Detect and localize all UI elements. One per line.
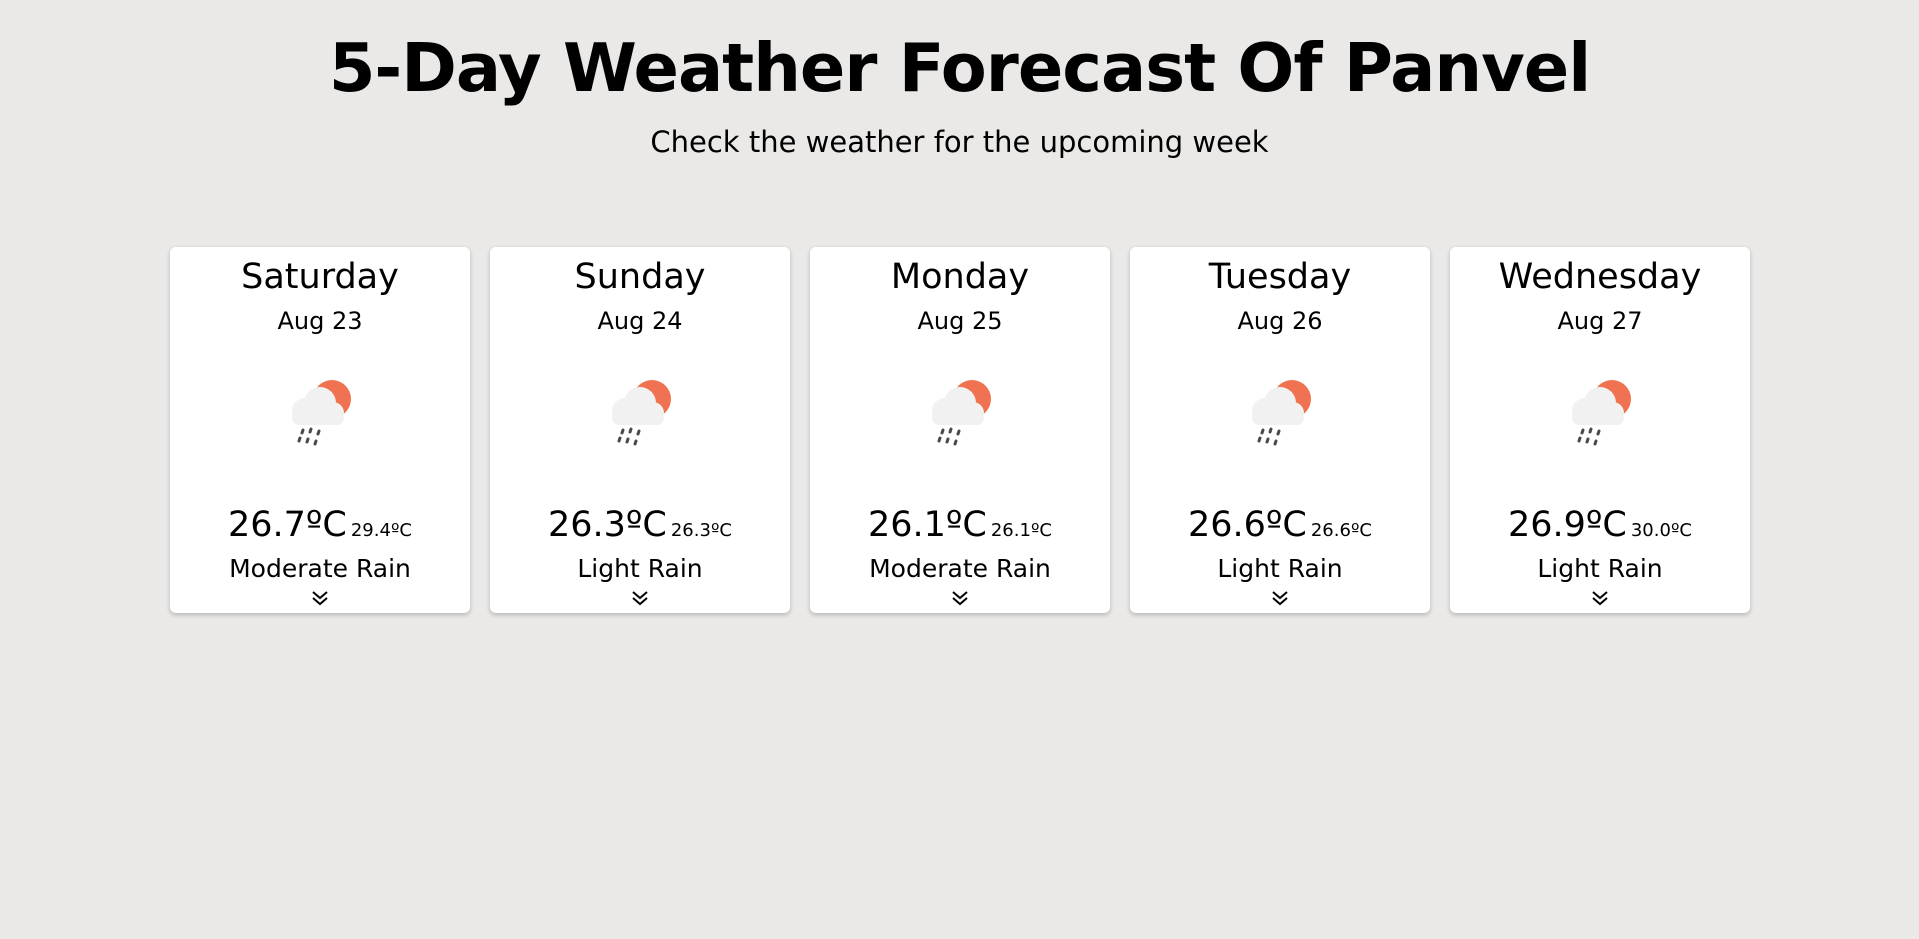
cloud-sun-rain-icon bbox=[1252, 380, 1311, 446]
card-day: Tuesday bbox=[1208, 257, 1352, 297]
card-date: Aug 24 bbox=[597, 307, 683, 335]
chevron-double-down-icon[interactable] bbox=[1591, 589, 1609, 607]
chevron-double-down-icon[interactable] bbox=[951, 589, 969, 607]
card-temperatures: 26.6ºC 26.6ºC bbox=[1130, 503, 1430, 553]
forecast-page: 5-Day Weather Forecast Of Panvel Check t… bbox=[0, 0, 1919, 939]
chevron-double-down-icon[interactable] bbox=[631, 589, 649, 607]
forecast-card-monday: Monday Aug 25 26.1ºC 26.1ºC Moderate Rai… bbox=[810, 247, 1110, 613]
card-condition: Light Rain bbox=[1217, 554, 1343, 583]
card-condition: Light Rain bbox=[1537, 554, 1663, 583]
cloud-sun-rain-icon bbox=[612, 380, 671, 446]
forecast-card-tuesday: Tuesday Aug 26 26.6ºC 26.6ºC Light Rain bbox=[1130, 247, 1430, 613]
card-date: Aug 25 bbox=[917, 307, 1003, 335]
page-subtitle: Check the weather for the upcoming week bbox=[650, 125, 1269, 159]
temp-current: 26.3ºC bbox=[547, 505, 667, 545]
card-temperatures: 26.1ºC 26.1ºC bbox=[810, 503, 1110, 553]
temp-secondary: 26.6ºC bbox=[1310, 520, 1372, 541]
card-temperatures: 26.7ºC 29.4ºC bbox=[170, 503, 470, 553]
temp-current: 26.9ºC bbox=[1507, 505, 1627, 545]
card-date: Aug 23 bbox=[277, 307, 363, 335]
card-temperatures: 26.3ºC 26.3ºC bbox=[490, 503, 790, 553]
temp-secondary: 30.0ºC bbox=[1630, 520, 1692, 541]
temp-current: 26.6ºC bbox=[1187, 505, 1307, 545]
card-condition: Light Rain bbox=[577, 554, 703, 583]
chevron-double-down-icon[interactable] bbox=[1271, 589, 1289, 607]
forecast-card-saturday: Saturday Aug 23 26.7ºC 29.4ºC Moderate R… bbox=[170, 247, 470, 613]
card-date: Aug 27 bbox=[1557, 307, 1643, 335]
temp-secondary: 26.1ºC bbox=[990, 520, 1052, 541]
card-day: Wednesday bbox=[1498, 257, 1702, 297]
card-condition: Moderate Rain bbox=[869, 554, 1051, 583]
forecast-card-wednesday: Wednesday Aug 27 26.9ºC 30.0ºC Light Rai… bbox=[1450, 247, 1750, 613]
card-condition: Moderate Rain bbox=[229, 554, 411, 583]
forecast-cards: Saturday Aug 23 26.7ºC 29.4ºC Moderate R… bbox=[170, 247, 1750, 613]
chevron-double-down-icon[interactable] bbox=[311, 589, 329, 607]
cloud-sun-rain-icon bbox=[932, 380, 991, 446]
page-title: 5-Day Weather Forecast Of Panvel bbox=[328, 29, 1591, 107]
card-temperatures: 26.9ºC 30.0ºC bbox=[1450, 503, 1750, 553]
cloud-sun-rain-icon bbox=[1572, 380, 1631, 446]
forecast-card-sunday: Sunday Aug 24 26.3ºC 26.3ºC Light Rain bbox=[490, 247, 790, 613]
temp-secondary: 26.3ºC bbox=[670, 520, 732, 541]
card-date: Aug 26 bbox=[1237, 307, 1323, 335]
temp-current: 26.1ºC bbox=[867, 505, 987, 545]
card-day: Saturday bbox=[241, 257, 399, 297]
temp-current: 26.7ºC bbox=[227, 505, 347, 545]
card-day: Sunday bbox=[574, 257, 706, 297]
temp-secondary: 29.4ºC bbox=[350, 520, 412, 541]
cloud-sun-rain-icon bbox=[292, 380, 351, 446]
card-day: Monday bbox=[890, 257, 1030, 297]
